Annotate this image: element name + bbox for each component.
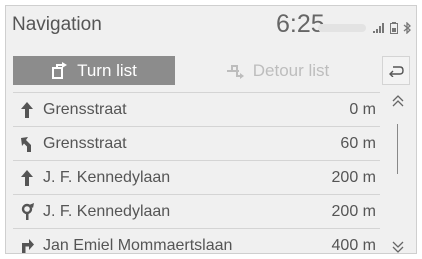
list-item[interactable]: J. F. Kennedylaan 200 m xyxy=(13,194,380,228)
distance: 60 m xyxy=(340,134,376,152)
navigation-screen: Navigation 6:25 Turn list Detour list Gr… xyxy=(5,5,417,254)
tab-turn-list-label: Turn list xyxy=(77,60,137,80)
street-name: Grensstraat xyxy=(43,100,127,118)
street-name: Grensstraat xyxy=(43,134,127,152)
turn-list: Grensstraat 0 m Grensstraat 60 m J. F. K… xyxy=(13,92,380,254)
turn-right-arrow-icon xyxy=(17,236,37,253)
street-name: Jan Emiel Mommaertslaan xyxy=(43,236,233,254)
scrollbar-thumb[interactable] xyxy=(397,124,398,174)
status-blur xyxy=(318,24,366,32)
roundabout-icon xyxy=(17,202,37,222)
page-title: Navigation xyxy=(12,14,102,35)
back-icon xyxy=(389,65,404,77)
signal-icon xyxy=(373,23,384,33)
header: Navigation 6:25 xyxy=(6,6,416,44)
distance: 400 m xyxy=(331,236,376,254)
scroll-down-icon[interactable] xyxy=(391,240,405,254)
bluetooth-icon xyxy=(403,22,411,34)
list-item[interactable]: Grensstraat 0 m xyxy=(13,92,380,126)
battery-icon xyxy=(390,22,398,34)
tab-detour-list-label: Detour list xyxy=(252,60,330,80)
distance: 0 m xyxy=(349,100,376,118)
scrollbar[interactable] xyxy=(386,94,410,254)
list-item[interactable]: J. F. Kennedylaan 200 m xyxy=(13,160,380,194)
straight-arrow-icon xyxy=(17,100,37,120)
tab-turn-list[interactable]: Turn list xyxy=(13,56,175,85)
detour-icon xyxy=(226,64,244,79)
distance: 200 m xyxy=(331,168,376,186)
turn-list-icon xyxy=(52,61,68,79)
distance: 200 m xyxy=(331,202,376,220)
status-bar xyxy=(318,21,412,35)
list-item[interactable]: Jan Emiel Mommaertslaan 400 m xyxy=(13,228,380,254)
street-name: J. F. Kennedylaan xyxy=(43,202,171,220)
tab-bar: Turn list Detour list xyxy=(13,56,410,85)
straight-arrow-icon xyxy=(17,168,37,188)
street-name: J. F. Kennedylaan xyxy=(43,168,171,186)
list-item[interactable]: Grensstraat 60 m xyxy=(13,126,380,160)
scroll-up-icon[interactable] xyxy=(391,94,405,108)
back-button[interactable] xyxy=(382,56,410,85)
tab-detour-list[interactable]: Detour list xyxy=(181,56,373,85)
slight-left-arrow-icon xyxy=(17,134,37,154)
